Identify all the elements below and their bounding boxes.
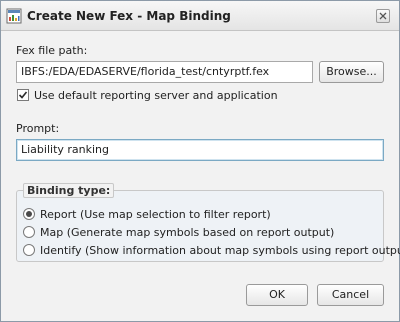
title-bar[interactable]: Create New Fex - Map Binding xyxy=(1,1,399,31)
default-server-checkbox[interactable] xyxy=(17,89,29,101)
radio-identify-label[interactable]: Identify (Show information about map sym… xyxy=(40,244,400,257)
browse-button[interactable]: Browse... xyxy=(319,61,384,83)
create-fex-dialog: Create New Fex - Map Binding Fex file pa… xyxy=(0,0,400,322)
radio-report[interactable] xyxy=(23,208,35,220)
fex-document-icon xyxy=(6,8,22,24)
fex-path-input[interactable]: IBFS:/EDA/EDASERVE/florida_test/cntyrptf… xyxy=(16,61,313,83)
radio-report-label[interactable]: Report (Use map selection to filter repo… xyxy=(40,208,271,221)
ok-button[interactable]: OK xyxy=(246,284,308,306)
radio-selected-dot xyxy=(26,211,32,217)
close-button[interactable] xyxy=(376,9,390,23)
radio-identify[interactable] xyxy=(23,244,35,256)
prompt-label: Prompt: xyxy=(16,122,60,135)
binding-type-legend: Binding type: xyxy=(23,183,115,198)
checkmark-icon xyxy=(18,91,28,99)
dialog-title: Create New Fex - Map Binding xyxy=(27,9,231,23)
radio-map[interactable] xyxy=(23,226,35,238)
radio-map-label[interactable]: Map (Generate map symbols based on repor… xyxy=(40,226,334,239)
default-server-label: Use default reporting server and applica… xyxy=(34,89,278,102)
close-icon xyxy=(379,12,387,20)
cancel-button[interactable]: Cancel xyxy=(317,284,384,306)
prompt-input[interactable]: Liability ranking xyxy=(16,139,384,161)
fex-path-label: Fex file path: xyxy=(16,44,88,57)
